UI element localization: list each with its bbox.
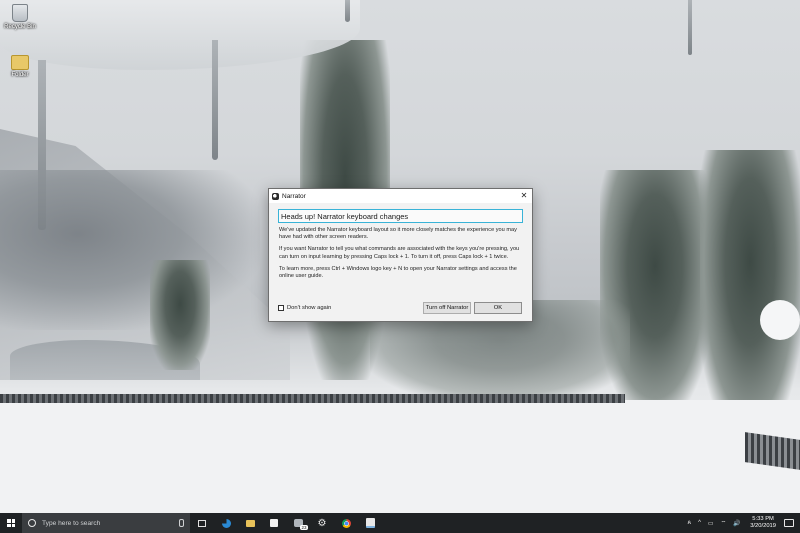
dialog-body: We've updated the Narrator keyboard layo… bbox=[269, 223, 532, 280]
volume-icon[interactable]: 🔊 bbox=[733, 520, 740, 527]
desktop-icon-label: Recycle Bin bbox=[4, 24, 36, 30]
chrome-icon bbox=[341, 518, 351, 528]
badged-app-button[interactable]: 23 bbox=[286, 513, 310, 533]
action-center-icon[interactable] bbox=[784, 519, 794, 527]
windows-logo-icon bbox=[7, 519, 15, 527]
chevron-up-icon[interactable]: ^ bbox=[698, 520, 701, 526]
narrator-dialog: Narrator ✕ Heads up! Narrator keyboard c… bbox=[268, 188, 533, 322]
start-button[interactable] bbox=[0, 513, 22, 533]
microphone-icon[interactable] bbox=[179, 519, 184, 527]
dialog-paragraph-3: To learn more, press Ctrl + Windows logo… bbox=[279, 265, 517, 280]
desktop-icon-label: Folder bbox=[11, 72, 29, 78]
taskbar-search-box[interactable]: Type here to search bbox=[22, 513, 190, 533]
edge-button[interactable] bbox=[214, 513, 238, 533]
task-view-button[interactable] bbox=[190, 513, 214, 533]
recycle-bin-icon bbox=[12, 4, 28, 22]
wallpaper-icicle bbox=[688, 0, 692, 55]
dialog-footer: Don't show again Turn off Narrator OK bbox=[278, 301, 522, 314]
close-icon[interactable]: ✕ bbox=[519, 191, 529, 201]
chrome-button[interactable] bbox=[334, 513, 358, 533]
narrator-icon bbox=[365, 518, 375, 528]
wallpaper-tree-cluster-right bbox=[700, 150, 800, 430]
dont-show-again-label: Don't show again bbox=[287, 304, 332, 311]
wallpaper-icicle bbox=[345, 0, 350, 22]
file-explorer-button[interactable] bbox=[238, 513, 262, 533]
dialog-title: Narrator bbox=[282, 192, 306, 200]
wallpaper-snow-field bbox=[0, 400, 800, 513]
settings-button[interactable]: ⚙ bbox=[310, 513, 334, 533]
dialog-paragraph-1: We've updated the Narrator keyboard layo… bbox=[279, 227, 517, 241]
dont-show-again-option[interactable]: Don't show again bbox=[278, 304, 423, 311]
app-with-badge-icon: 23 bbox=[293, 519, 308, 530]
settings-icon: ⚙ bbox=[317, 517, 327, 529]
system-tray: ጰ ^ ▭ ⌔ 🔊 bbox=[684, 519, 744, 528]
store-button[interactable] bbox=[262, 513, 286, 533]
desktop-icon-recycle-bin[interactable]: Recycle Bin bbox=[0, 4, 40, 30]
dialog-titlebar[interactable]: Narrator ✕ bbox=[269, 189, 532, 203]
battery-icon[interactable]: ▭ bbox=[708, 520, 714, 527]
task-view-icon bbox=[198, 519, 206, 527]
desktop-icon-folder[interactable]: Folder bbox=[0, 52, 40, 78]
taskbar-clock[interactable]: 5:33 PM 3/20/2019 bbox=[750, 516, 776, 530]
wallpaper-icicle bbox=[38, 60, 46, 230]
dialog-paragraph-2: If you want Narrator to tell you what co… bbox=[279, 246, 520, 260]
ok-button[interactable]: OK bbox=[474, 301, 522, 314]
clock-date: 3/20/2019 bbox=[750, 523, 776, 529]
taskbar: Type here to search 23 ⚙ ጰ ^ ▭ ⌔ 🔊 5:33 … bbox=[0, 513, 800, 533]
search-placeholder: Type here to search bbox=[42, 519, 101, 527]
network-icon[interactable]: ⌔ bbox=[721, 519, 727, 527]
notification-badge: 23 bbox=[300, 525, 308, 530]
narrator-taskbar-button[interactable] bbox=[358, 513, 382, 533]
store-icon bbox=[270, 519, 278, 527]
folder-icon bbox=[11, 55, 29, 70]
dont-show-again-checkbox[interactable] bbox=[278, 304, 284, 311]
people-icon[interactable]: ጰ bbox=[688, 520, 692, 527]
wallpaper-small-tree bbox=[150, 260, 210, 370]
edge-icon bbox=[221, 518, 231, 528]
wallpaper-snow-clump bbox=[760, 300, 800, 340]
wallpaper-icicle bbox=[212, 40, 218, 160]
wallpaper-fence bbox=[0, 394, 625, 403]
turn-off-narrator-button[interactable]: Turn off Narrator bbox=[423, 301, 471, 314]
dialog-heading-text: Heads up! Narrator keyboard changes bbox=[281, 211, 409, 221]
file-explorer-icon bbox=[245, 519, 255, 527]
clock-time: 5:33 PM bbox=[752, 516, 774, 522]
cortana-icon bbox=[28, 519, 36, 527]
narrator-app-icon bbox=[272, 192, 279, 200]
dialog-heading: Heads up! Narrator keyboard changes bbox=[278, 209, 523, 223]
